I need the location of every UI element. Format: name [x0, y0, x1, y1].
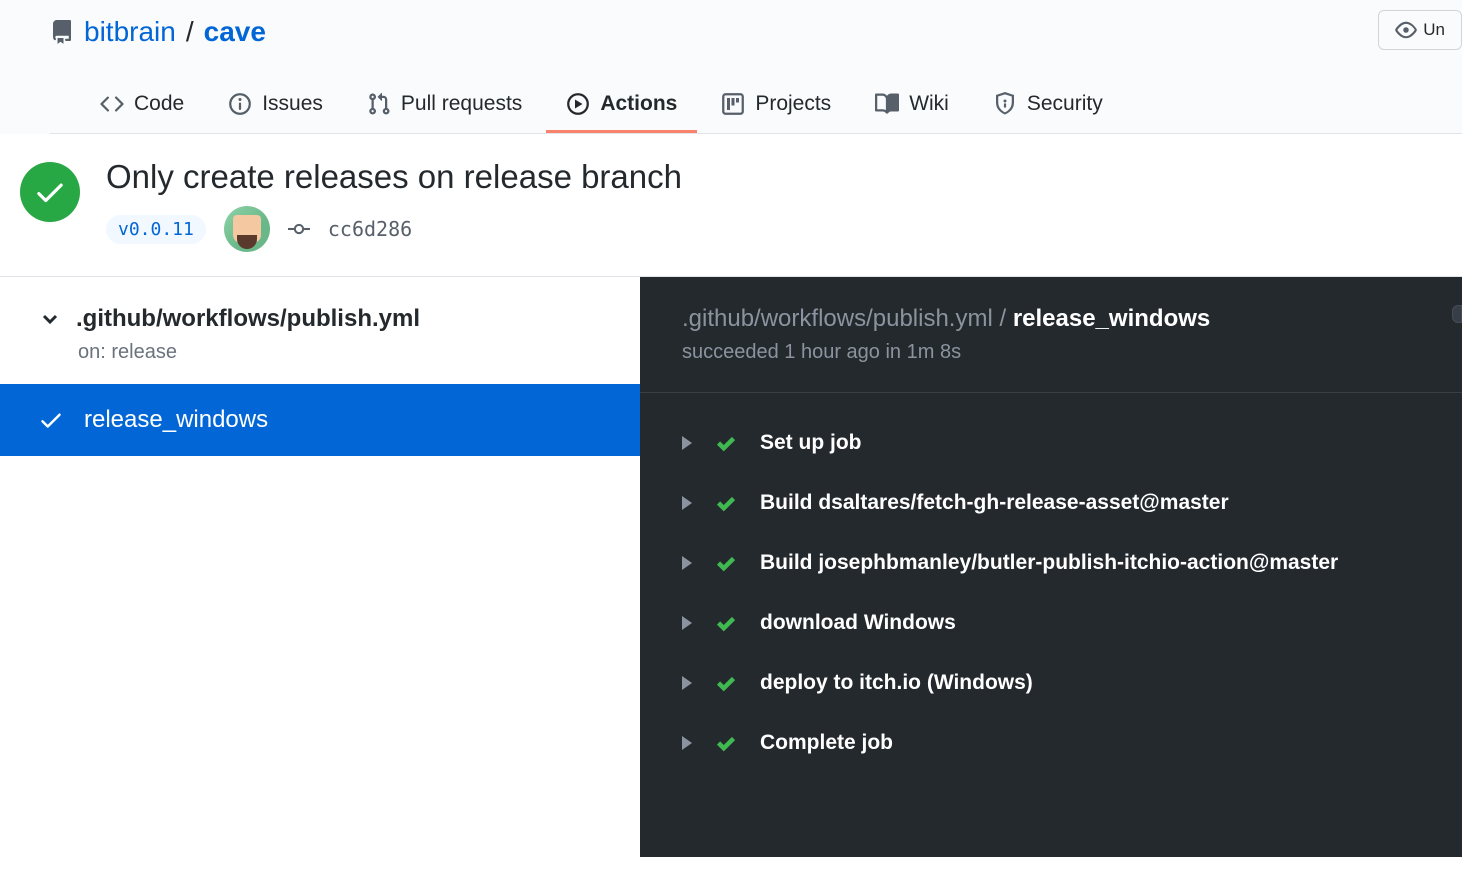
check-icon: [714, 611, 738, 635]
run-header: Only create releases on release branch v…: [0, 134, 1462, 277]
pr-icon: [367, 92, 391, 116]
check-icon: [714, 551, 738, 575]
repo-icon: [50, 20, 74, 44]
step-name: deploy to itch.io (Windows): [760, 671, 1033, 695]
avatar[interactable]: [224, 206, 270, 252]
expand-triangle-icon: [682, 616, 692, 630]
check-icon: [714, 731, 738, 755]
step-row[interactable]: deploy to itch.io (Windows): [640, 653, 1462, 713]
tab-issues[interactable]: Issues: [208, 78, 343, 133]
tag-badge[interactable]: v0.0.11: [106, 215, 206, 244]
content: .github/workflows/publish.yml on: releas…: [0, 277, 1462, 857]
log-panel: .github/workflows/publish.yml / release_…: [640, 277, 1462, 857]
step-name: Build josephbmanley/butler-publish-itchi…: [760, 551, 1338, 575]
repo-sep: /: [186, 16, 194, 48]
crumb-sep: /: [993, 305, 1013, 332]
tab-label: Issues: [262, 92, 323, 116]
log-search-button[interactable]: [1452, 305, 1462, 323]
run-status-success-icon: [20, 162, 80, 222]
workflow-trigger: on: release: [78, 341, 640, 364]
tab-label: Projects: [755, 92, 831, 116]
tab-code[interactable]: Code: [80, 78, 204, 133]
issue-icon: [228, 92, 252, 116]
play-icon: [566, 92, 590, 116]
step-name: Complete job: [760, 731, 893, 755]
tab-label: Security: [1027, 92, 1103, 116]
eye-icon: [1395, 19, 1417, 41]
step-row[interactable]: Set up job: [640, 413, 1462, 473]
tab-label: Actions: [600, 92, 677, 116]
repo-name-link[interactable]: cave: [204, 16, 266, 48]
repo-tabs: Code Issues Pull requests Actions Projec…: [50, 78, 1462, 134]
tab-label: Code: [134, 92, 184, 116]
job-item-release-windows[interactable]: release_windows: [0, 384, 640, 456]
repo-title: bitbrain / cave: [50, 16, 1462, 48]
expand-triangle-icon: [682, 736, 692, 750]
step-name: Build dsaltares/fetch-gh-release-asset@m…: [760, 491, 1229, 515]
workflow-path: .github/workflows/publish.yml: [76, 305, 420, 333]
check-icon: [714, 671, 738, 695]
step-name: download Windows: [760, 611, 956, 635]
log-status-line: succeeded 1 hour ago in 1m 8s: [682, 341, 1462, 364]
log-header: .github/workflows/publish.yml / release_…: [640, 277, 1462, 393]
expand-triangle-icon: [682, 676, 692, 690]
step-row[interactable]: Build josephbmanley/butler-publish-itchi…: [640, 533, 1462, 593]
repo-owner-link[interactable]: bitbrain: [84, 16, 176, 48]
tab-label: Pull requests: [401, 92, 522, 116]
project-icon: [721, 92, 745, 116]
steps-list: Set up job Build dsaltares/fetch-gh-rele…: [640, 393, 1462, 773]
chevron-down-icon: [38, 307, 62, 331]
crumb-path: .github/workflows/publish.yml: [682, 305, 993, 332]
check-icon: [714, 431, 738, 455]
watch-button[interactable]: Un: [1378, 10, 1462, 50]
book-icon: [875, 92, 899, 116]
run-meta: v0.0.11 cc6d286: [106, 206, 682, 252]
commit-icon: [288, 218, 310, 240]
step-row[interactable]: Build dsaltares/fetch-gh-release-asset@m…: [640, 473, 1462, 533]
expand-triangle-icon: [682, 556, 692, 570]
job-name: release_windows: [84, 406, 268, 434]
run-title: Only create releases on release branch: [106, 158, 682, 196]
shield-icon: [993, 92, 1017, 116]
expand-triangle-icon: [682, 436, 692, 450]
step-row[interactable]: Complete job: [640, 713, 1462, 773]
log-breadcrumb: .github/workflows/publish.yml / release_…: [682, 305, 1462, 333]
crumb-job: release_windows: [1013, 305, 1210, 332]
step-name: Set up job: [760, 431, 862, 455]
commit-sha[interactable]: cc6d286: [328, 217, 412, 241]
tab-label: Wiki: [909, 92, 949, 116]
check-icon: [38, 407, 64, 433]
jobs-sidebar: .github/workflows/publish.yml on: releas…: [0, 277, 640, 857]
watch-label: Un: [1423, 20, 1445, 40]
repo-header: bitbrain / cave Un Code Issues Pull requ…: [0, 0, 1462, 134]
code-icon: [100, 92, 124, 116]
check-icon: [714, 491, 738, 515]
tab-actions[interactable]: Actions: [546, 78, 697, 133]
workflow-block[interactable]: .github/workflows/publish.yml on: releas…: [0, 277, 640, 384]
tab-wiki[interactable]: Wiki: [855, 78, 969, 133]
tab-security[interactable]: Security: [973, 78, 1123, 133]
step-row[interactable]: download Windows: [640, 593, 1462, 653]
tab-projects[interactable]: Projects: [701, 78, 851, 133]
tab-pull-requests[interactable]: Pull requests: [347, 78, 542, 133]
expand-triangle-icon: [682, 496, 692, 510]
